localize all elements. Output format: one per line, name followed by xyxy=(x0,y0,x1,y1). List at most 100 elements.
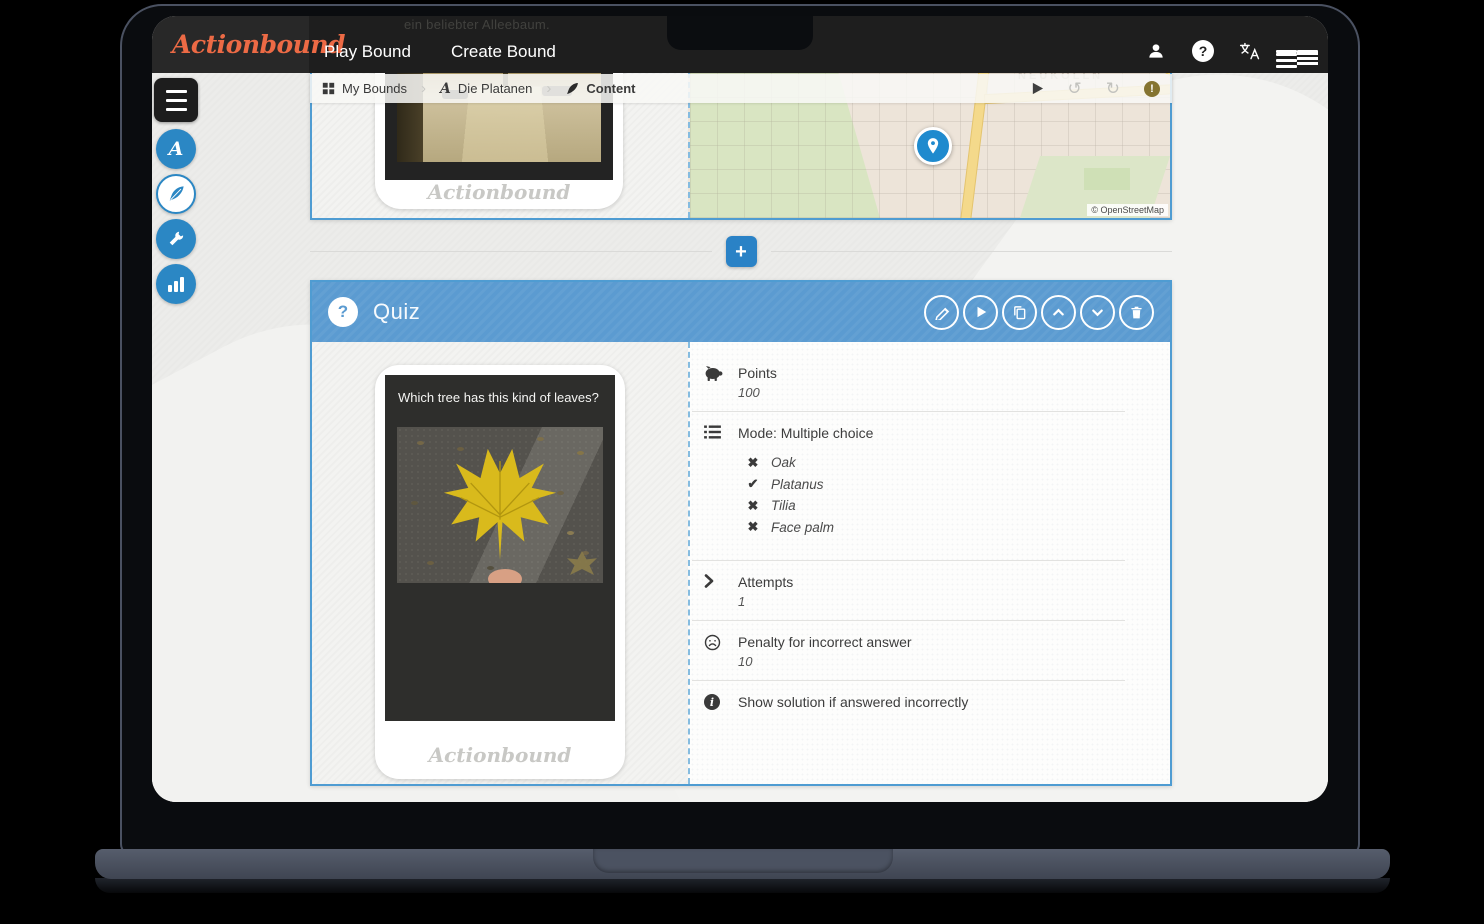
chevron-right-icon xyxy=(704,573,738,610)
page-content: A xyxy=(152,73,1328,802)
undo-icon[interactable] xyxy=(1068,79,1082,99)
row-divider xyxy=(692,680,1125,681)
translate-icon[interactable] xyxy=(1239,40,1261,62)
breadcrumb-my-bounds[interactable]: My Bounds xyxy=(322,81,407,96)
nav-create-bound[interactable]: Create Bound xyxy=(451,42,556,62)
penalty-row: Penalty for incorrect answer 10 xyxy=(690,625,1170,676)
correct-answer-icon xyxy=(746,476,760,492)
delete-icon[interactable] xyxy=(1119,295,1154,330)
nav-play-bound[interactable]: Play Bound xyxy=(324,42,411,62)
piggy-bank-icon xyxy=(704,364,738,401)
play-icon[interactable] xyxy=(963,295,998,330)
redo-icon[interactable] xyxy=(1106,79,1120,99)
answer-text: Oak xyxy=(771,455,796,470)
user-icon[interactable] xyxy=(1145,40,1167,62)
laptop-mockup: ein beliebter Alleebaum. Actionbound Pla… xyxy=(0,0,1484,924)
solution-label: Show solution if answered incorrectly xyxy=(738,693,968,711)
move-down-icon[interactable] xyxy=(1080,295,1115,330)
mode-row: Mode: Multiple choice Oak Pl xyxy=(690,416,1170,556)
map-attribution: © OpenStreetMap xyxy=(1087,204,1168,216)
points-row: Points 100 xyxy=(690,356,1170,407)
answer-row: Oak xyxy=(746,452,873,474)
breadcrumb-content[interactable]: Content xyxy=(565,81,635,96)
main-nav: Play Bound Create Bound xyxy=(324,42,556,62)
edit-icon[interactable] xyxy=(924,295,959,330)
quiz-phone-preview-panel: Which tree has this kind of leaves? xyxy=(312,342,688,784)
breadcrumb: My Bounds › A Die Platanen › xyxy=(310,74,1172,103)
hand-holding-leaf xyxy=(488,569,522,583)
chevron-separator-icon: › xyxy=(421,80,426,97)
move-up-icon[interactable] xyxy=(1041,295,1076,330)
quiz-element-card: ? Quiz xyxy=(310,280,1172,786)
solution-row: i Show solution if answered incorrectly xyxy=(690,685,1170,717)
answer-row: Tilia xyxy=(746,495,873,517)
laptop-base xyxy=(95,849,1390,879)
breadcrumb-actions: ! xyxy=(1031,79,1161,99)
sidebar-item-content[interactable] xyxy=(156,174,196,214)
grid-icon xyxy=(322,82,335,95)
help-icon[interactable]: ? xyxy=(1192,40,1214,62)
sad-face-icon xyxy=(704,633,738,670)
row-divider xyxy=(692,411,1125,412)
answer-text: Tilia xyxy=(771,498,796,513)
map-park-area xyxy=(1084,168,1130,190)
wrong-answer-icon xyxy=(746,498,760,514)
quiz-card-title: Quiz xyxy=(373,299,420,325)
preview-play-icon[interactable] xyxy=(1031,82,1044,95)
duplicate-icon[interactable] xyxy=(1002,295,1037,330)
points-value: 100 xyxy=(738,384,777,401)
answer-row: Platanus xyxy=(746,474,873,496)
scrolled-content-text: ein beliebter Alleebaum. xyxy=(404,17,550,32)
map-pin-icon xyxy=(914,127,952,165)
info-icon: i xyxy=(704,693,738,711)
divider-line xyxy=(310,251,712,252)
answer-text: Face palm xyxy=(771,520,834,535)
answer-list: Oak Platanus Tilia xyxy=(738,452,873,538)
quiz-card-body: Which tree has this kind of leaves? xyxy=(312,342,1170,784)
navbar-right-icons: ? xyxy=(1145,40,1308,62)
wrench-icon xyxy=(167,230,185,248)
brand-logo-block[interactable]: Actionbound xyxy=(152,16,309,73)
wrong-answer-icon xyxy=(746,455,760,471)
quiz-card-header: ? Quiz xyxy=(312,282,1170,342)
menu-icon[interactable] xyxy=(1286,40,1308,62)
laptop-lid-notch xyxy=(593,849,893,873)
attempts-row: Attempts 1 xyxy=(690,565,1170,616)
laptop-base-shadow xyxy=(95,878,1390,893)
phone-brand-label: Actionbound xyxy=(375,180,623,204)
sidebar-menu-button[interactable] xyxy=(154,78,198,122)
quiz-question-text: Which tree has this kind of leaves? xyxy=(385,375,615,415)
answer-row: Face palm xyxy=(746,517,873,539)
phone-brand-label: Actionbound xyxy=(375,743,625,767)
bar-chart-icon xyxy=(168,277,184,292)
browser-viewport: ein beliebter Alleebaum. Actionbound Pla… xyxy=(152,16,1328,802)
camera-notch xyxy=(667,16,813,50)
quiz-type-icon: ? xyxy=(328,297,358,327)
feather-icon xyxy=(565,82,579,96)
add-element-button[interactable]: + xyxy=(726,236,757,267)
attempts-label: Attempts xyxy=(738,573,793,591)
sidebar-item-bound[interactable]: A xyxy=(156,129,196,169)
list-icon xyxy=(704,424,738,550)
sidebar-item-settings[interactable] xyxy=(156,219,196,259)
row-divider xyxy=(692,560,1125,561)
divider-line xyxy=(771,251,1173,252)
quiz-details-panel: Points 100 xyxy=(688,342,1170,784)
feather-icon xyxy=(167,185,185,203)
alert-icon[interactable]: ! xyxy=(1144,81,1160,97)
row-divider xyxy=(692,620,1125,621)
penalty-value: 10 xyxy=(738,653,912,670)
laptop-screen-shell: ein beliebter Alleebaum. Actionbound Pla… xyxy=(120,4,1360,856)
breadcrumb-bound-name[interactable]: A Die Platanen xyxy=(440,81,532,97)
penalty-label: Penalty for incorrect answer xyxy=(738,633,912,651)
quiz-toolbar xyxy=(924,295,1154,330)
bound-icon: A xyxy=(169,138,184,160)
leaf-photo xyxy=(397,427,603,583)
points-label: Points xyxy=(738,364,777,382)
brand-logo[interactable]: Actionbound xyxy=(172,30,345,59)
sidebar-item-statistics[interactable] xyxy=(156,264,196,304)
add-element-row: + xyxy=(310,236,1172,267)
plane-leaf-illustration xyxy=(434,442,566,564)
answer-text: Platanus xyxy=(771,477,824,492)
editor-sidebar: A xyxy=(154,78,200,304)
